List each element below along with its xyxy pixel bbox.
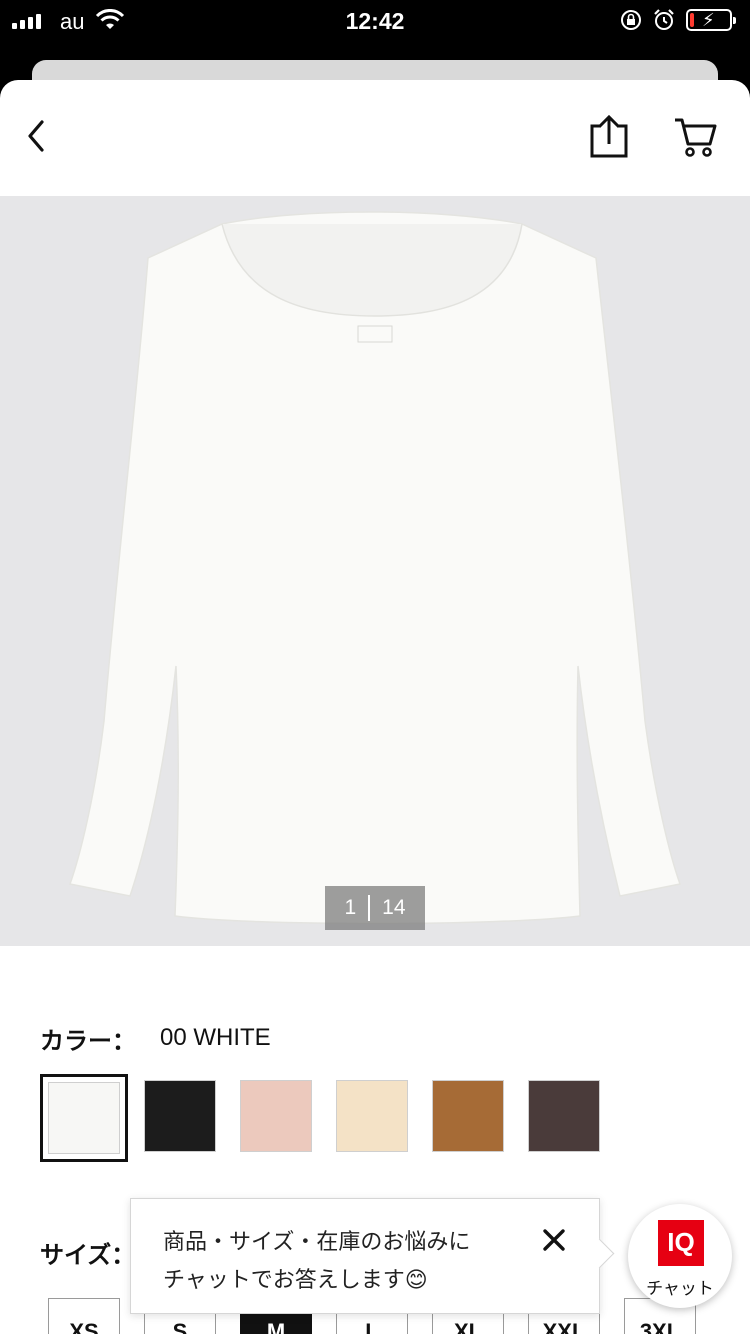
battery-level xyxy=(690,13,694,27)
alarm-icon xyxy=(654,9,674,30)
shirt-illustration xyxy=(69,211,681,925)
swatch-white[interactable] xyxy=(40,1074,128,1162)
top-nav xyxy=(0,80,750,196)
swatch-dark-brown[interactable] xyxy=(528,1080,600,1152)
share-icon[interactable] xyxy=(586,114,632,160)
iq-logo: IQ xyxy=(658,1220,704,1266)
iq-chat-button[interactable]: IQ チャット xyxy=(628,1204,732,1308)
chat-tooltip-line1: 商品・サイズ・在庫のお悩みに xyxy=(163,1229,471,1254)
swatch-pink[interactable] xyxy=(240,1080,312,1152)
chat-tooltip-text: 商品・サイズ・在庫のお悩みに チャットでお答えします😊 xyxy=(163,1223,523,1299)
pager-total: 14 xyxy=(382,896,406,919)
color-label: カラー： xyxy=(40,1027,136,1055)
color-row: カラー： 00 WHITE xyxy=(40,1020,271,1056)
cart-icon[interactable] xyxy=(672,116,718,158)
size-label: サイズ： xyxy=(40,1242,136,1269)
image-pager: 1 14 xyxy=(325,886,425,930)
pager-current: 1 xyxy=(344,896,357,919)
swatch-black[interactable] xyxy=(144,1080,216,1152)
chat-tooltip: 商品・サイズ・在庫のお悩みに チャットでお答えします😊 xyxy=(130,1198,600,1314)
product-image[interactable]: 1 14 xyxy=(0,196,750,946)
swatch-brown[interactable] xyxy=(432,1080,504,1152)
pager-separator xyxy=(368,895,371,921)
chat-tooltip-line2: チャットでお答えします😊 xyxy=(163,1267,428,1292)
swatch-beige[interactable] xyxy=(336,1080,408,1152)
battery-icon: ⚡ xyxy=(686,9,736,31)
charging-bolt-icon: ⚡ xyxy=(702,10,715,30)
status-bar: au 12:42 ⚡ xyxy=(0,0,750,44)
orientation-lock-icon xyxy=(621,10,641,30)
size-xs[interactable]: XS xyxy=(48,1298,120,1334)
color-value: 00 WHITE xyxy=(160,1024,271,1051)
close-icon[interactable] xyxy=(541,1227,567,1253)
iq-chat-label: チャット xyxy=(646,1279,714,1298)
product-sheet: 1 14 カラー： 00 WHITE サイズ： XS S M L XL XXL … xyxy=(0,80,750,1334)
back-button[interactable] xyxy=(20,116,54,156)
